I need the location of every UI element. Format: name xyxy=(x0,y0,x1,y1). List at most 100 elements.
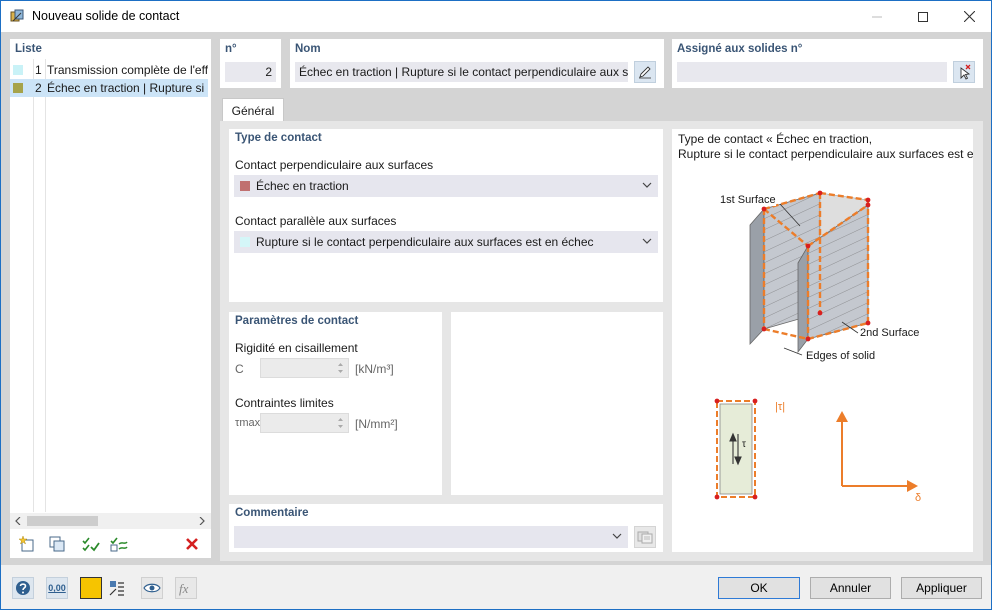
color-swatch xyxy=(13,83,23,93)
maximize-button[interactable] xyxy=(900,1,946,32)
help-button[interactable] xyxy=(12,577,34,599)
chevron-down-icon xyxy=(642,182,652,188)
list-divider xyxy=(45,59,46,512)
contact-solid-diagram xyxy=(714,190,918,500)
pick-solids-button[interactable] xyxy=(953,61,975,83)
number-panel: n° 2 xyxy=(220,39,281,88)
cancel-label: Annuler xyxy=(829,581,872,595)
edit-name-button[interactable] xyxy=(634,61,656,83)
units-icon: 0,00 xyxy=(48,583,66,593)
limit-stress-label: Contraintes limites xyxy=(235,396,334,410)
copy-item-button[interactable] xyxy=(46,533,68,555)
label-delta: δ xyxy=(915,492,922,504)
contact-type-header: Type de contact xyxy=(235,132,322,144)
perpendicular-contact-select[interactable]: Échec en traction xyxy=(234,175,658,197)
apply-label: Appliquer xyxy=(916,581,967,595)
minimize-icon xyxy=(872,16,882,17)
edit-pencil-icon xyxy=(639,66,651,79)
list-item-label: Échec en traction | Rupture si le xyxy=(47,81,208,95)
check-all-icon xyxy=(82,537,100,552)
label-edges-of-solid: Edges of solid xyxy=(806,350,876,362)
shear-stiffness-input[interactable] xyxy=(260,358,349,378)
chevron-down-icon xyxy=(612,533,622,539)
delete-item-button[interactable] xyxy=(181,533,203,555)
shear-stiffness-label: Rigidité en cisaillement xyxy=(235,341,358,355)
contact-parameters-header: Paramètres de contact xyxy=(235,315,359,327)
number-field[interactable]: 2 xyxy=(225,62,276,82)
assigned-label: Assigné aux solides n° xyxy=(677,43,803,55)
list-item-label: Transmission complète de l'effo xyxy=(47,63,208,77)
minimize-button[interactable] xyxy=(854,1,900,32)
name-field[interactable]: Échec en traction | Rupture si le contac… xyxy=(295,62,628,82)
svg-text:fx: fx xyxy=(179,581,189,596)
spinner-arrows-icon[interactable] xyxy=(337,361,344,375)
check-selected-button[interactable] xyxy=(108,533,130,555)
scrollbar-thumb[interactable] xyxy=(27,516,98,526)
scroll-left-icon[interactable] xyxy=(15,517,21,525)
close-window-button[interactable] xyxy=(946,1,992,32)
ok-button[interactable]: OK xyxy=(718,577,800,599)
parallel-contact-select[interactable]: Rupture si le contact perpendiculaire au… xyxy=(234,231,658,253)
copy-icon xyxy=(49,536,65,552)
view-eye-icon xyxy=(143,583,161,593)
limit-stress-input[interactable] xyxy=(260,413,349,433)
empty-panel xyxy=(451,312,663,495)
comment-select[interactable] xyxy=(234,526,628,548)
formula-button[interactable]: fx xyxy=(175,577,197,599)
label-tau-abs: |τ| xyxy=(775,401,786,413)
number-label: n° xyxy=(225,43,237,55)
display-settings-icon xyxy=(109,581,124,596)
comment-header: Commentaire xyxy=(235,507,309,519)
display-settings-button[interactable] xyxy=(106,577,128,599)
preview-panel: Type de contact « Échec en traction, Rup… xyxy=(672,129,973,552)
horizontal-scrollbar[interactable] xyxy=(10,513,211,529)
label-1st-surface: 1st Surface xyxy=(720,194,776,206)
apply-button[interactable]: Appliquer xyxy=(901,577,982,599)
new-star-icon xyxy=(18,535,34,552)
list-item-number: 2 xyxy=(35,81,42,95)
dialog-body: Liste 1 Transmission complète de l'effo … xyxy=(1,32,991,609)
name-value: Échec en traction | Rupture si le contac… xyxy=(299,65,628,79)
check-all-button[interactable] xyxy=(80,533,102,555)
comment-library-button[interactable] xyxy=(634,526,656,548)
name-panel: Nom Échec en traction | Rupture si le co… xyxy=(290,39,664,88)
window-title: Nouveau solide de contact xyxy=(32,9,180,23)
list-panel: Liste 1 Transmission complète de l'effo … xyxy=(10,39,211,558)
check-selected-icon xyxy=(110,537,128,552)
cancel-button[interactable]: Annuler xyxy=(810,577,891,599)
view-button[interactable] xyxy=(141,577,163,599)
limit-stress-symbol: τmax xyxy=(235,417,261,429)
ok-label: OK xyxy=(750,581,768,595)
perpendicular-contact-label: Contact perpendiculaire aux surfaces xyxy=(235,158,434,172)
tab-general-label: Général xyxy=(231,103,275,118)
delete-x-icon xyxy=(186,538,198,550)
maximize-icon xyxy=(918,11,928,22)
app-contact-solid-icon xyxy=(10,9,24,22)
assigned-panel: Assigné aux solides n° xyxy=(672,39,983,88)
shear-stiffness-symbol: C xyxy=(235,362,244,376)
pick-cursor-icon xyxy=(960,64,971,80)
list-item-selected[interactable]: 2 Échec en traction | Rupture si le xyxy=(10,79,208,97)
scroll-right-icon[interactable] xyxy=(199,517,205,525)
formula-fx-icon: fx xyxy=(179,581,189,596)
assigned-solids-field[interactable] xyxy=(677,62,947,82)
units-button[interactable]: 0,00 xyxy=(46,577,68,599)
title-bar: Nouveau solide de contact xyxy=(1,1,991,32)
tab-general[interactable]: Général xyxy=(222,98,284,122)
contact-type-panel: Type de contact Contact perpendiculaire … xyxy=(229,129,663,302)
list-item[interactable]: 1 Transmission complète de l'effo xyxy=(10,61,208,79)
color-swatch xyxy=(13,65,23,75)
color-swatch xyxy=(240,237,250,247)
label-2nd-surface: 2nd Surface xyxy=(860,327,920,339)
color-button[interactable] xyxy=(80,577,102,599)
comment-panel: Commentaire xyxy=(229,504,663,552)
color-swatch xyxy=(240,181,250,191)
new-item-button[interactable] xyxy=(16,533,38,555)
comment-library-icon xyxy=(637,531,653,544)
spinner-arrows-icon[interactable] xyxy=(337,416,344,430)
dialog-window: Nouveau solide de contact Liste 1 Transm… xyxy=(0,0,992,610)
name-label: Nom xyxy=(295,43,321,55)
help-icon xyxy=(16,581,30,595)
list-header: Liste xyxy=(15,43,42,55)
list-divider xyxy=(33,59,34,512)
